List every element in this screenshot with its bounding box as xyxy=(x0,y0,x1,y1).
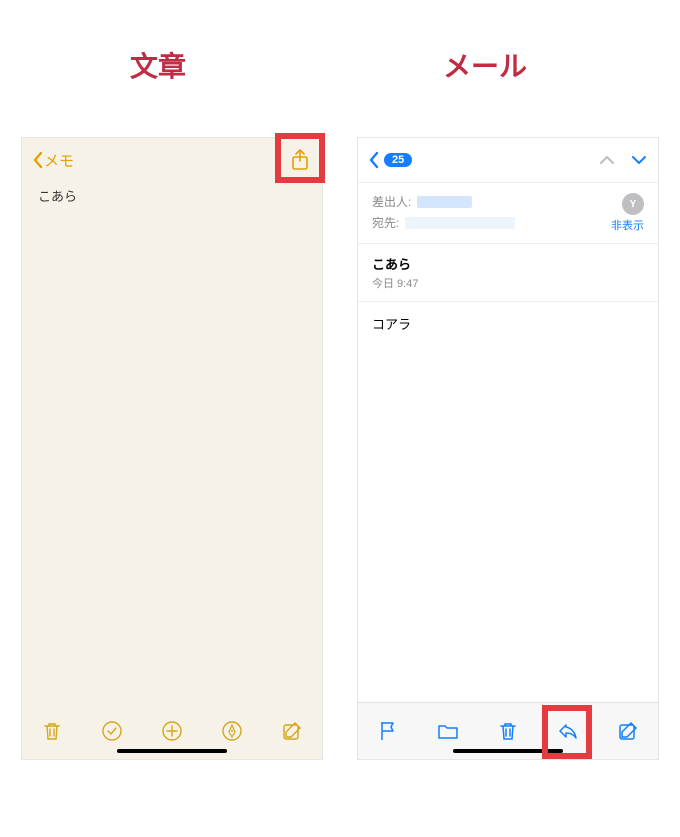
note-content[interactable]: こあら xyxy=(22,182,322,209)
chevron-up-icon xyxy=(598,153,616,167)
trash-icon[interactable] xyxy=(496,719,520,743)
mail-date: 今日 9:47 xyxy=(372,275,644,291)
flag-icon[interactable] xyxy=(376,719,400,743)
highlight-reply xyxy=(542,705,592,759)
mail-subject: こあら xyxy=(372,254,644,273)
next-message-button[interactable] xyxy=(630,153,648,167)
trash-icon[interactable] xyxy=(40,719,64,743)
heading-notes: 文章 xyxy=(130,45,186,85)
avatar[interactable]: Y xyxy=(622,193,644,215)
mail-navbar: 25 xyxy=(358,138,658,183)
home-indicator[interactable] xyxy=(117,749,227,753)
mail-subject-block: こあら 今日 9:47 xyxy=(358,244,658,302)
folder-icon[interactable] xyxy=(436,719,460,743)
mail-body: コアラ xyxy=(358,302,658,345)
mail-screen: 25 差出人: 宛先: Y 非表示 こあら 今日 9:47 コアラ xyxy=(358,138,658,759)
pen-tip-icon[interactable] xyxy=(220,719,244,743)
chevron-down-icon xyxy=(630,153,648,167)
notes-screen: メモ こあら xyxy=(22,138,322,759)
heading-mail: メール xyxy=(443,45,527,85)
mail-header: 差出人: 宛先: Y 非表示 xyxy=(358,183,658,244)
chevron-left-icon xyxy=(32,151,44,169)
recipient-label: 宛先: xyxy=(372,214,399,231)
compose-icon[interactable] xyxy=(616,719,640,743)
highlight-share xyxy=(275,133,325,183)
compose-icon[interactable] xyxy=(280,719,304,743)
recipient-value[interactable] xyxy=(405,217,515,229)
mail-back-button[interactable]: 25 xyxy=(368,151,412,169)
sender-value[interactable] xyxy=(417,196,472,208)
plus-circle-icon[interactable] xyxy=(160,719,184,743)
prev-message-button[interactable] xyxy=(598,153,616,167)
sender-label: 差出人: xyxy=(372,193,411,210)
hide-details-link[interactable]: 非表示 xyxy=(611,217,644,233)
check-circle-icon[interactable] xyxy=(100,719,124,743)
back-label: メモ xyxy=(44,150,74,171)
chevron-left-icon xyxy=(368,151,380,169)
back-button[interactable]: メモ xyxy=(32,150,74,171)
unread-badge: 25 xyxy=(384,153,412,167)
